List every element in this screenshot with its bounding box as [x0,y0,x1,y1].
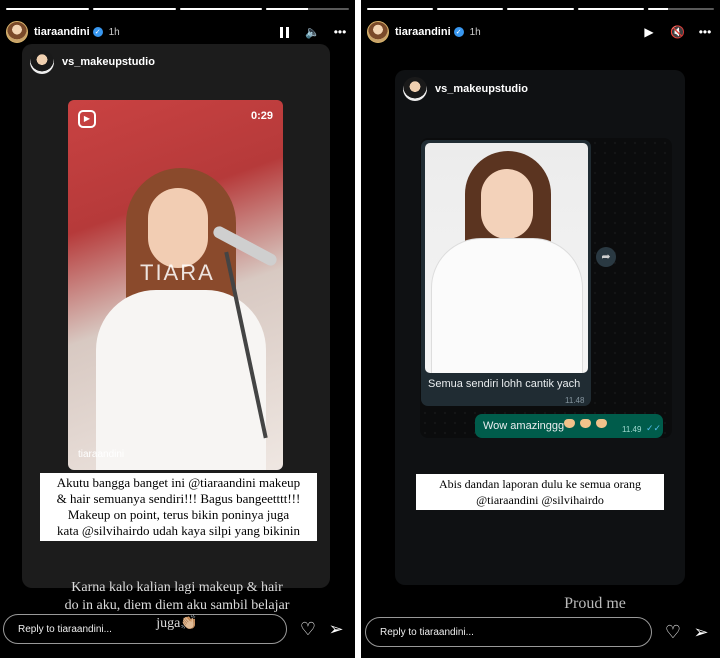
read-check-icon: ✓✓ [646,423,662,433]
story-avatar[interactable] [367,21,389,43]
story-time: 1h [108,26,120,38]
caption-line: Akutu bangga banget ini @tiaraandini mak… [56,475,301,490]
story-avatar[interactable] [6,21,28,43]
pause-icon[interactable] [277,26,291,38]
caption-line: kata @silvihairdo udah kaya silpi yang b… [56,523,301,538]
clapping-emoji-icon [564,419,575,428]
shared-account-name[interactable]: vs_makeupstudio [435,83,528,95]
reel-duration: 0:29 [250,110,273,122]
play-icon[interactable]: ▶ [642,25,656,39]
progress-segment [92,8,176,10]
incoming-caption: Semua sendiri lohh cantik yach [428,378,581,390]
story-header: tiaraandini ✓ 1h ▶ 🔇 ••• [367,18,712,46]
progress-segment [507,8,574,10]
shared-account-avatar[interactable] [403,77,427,101]
more-icon[interactable]: ••• [333,25,347,39]
reel-credit: tiaraandini [78,449,125,460]
shared-account-avatar[interactable] [30,50,54,74]
caption-line: Abis dandan laporan dulu ke semua orang [439,477,641,491]
story-text-line: Karna kalo kalian lagi makeup & hair [71,580,283,595]
chat-photo[interactable] [425,143,588,373]
story-username[interactable]: tiaraandini [34,26,90,38]
reply-input[interactable] [3,614,287,644]
outgoing-time: 11.49 [622,425,642,434]
photo-subject-dress [431,238,583,373]
send-icon[interactable]: ➢ [325,618,347,640]
video-subject-face [148,188,208,268]
caption-line: & hair semuanya sendiri!!! Bagus bangeet… [56,491,301,506]
shared-post-header: vs_makeupstudio [403,77,528,101]
story-time: 1h [469,26,481,38]
heart-icon[interactable]: ♡ [297,618,319,640]
story-text-line: do in aku, diem diem aku sambil belajar [64,598,290,613]
story-progress-bar [367,8,715,10]
photo-subject-face [481,169,533,239]
send-icon[interactable]: ➢ [690,621,712,643]
story-overlay-text: Proud me [564,595,626,612]
muted-icon[interactable]: 🔇 [670,25,685,39]
story-username[interactable]: tiaraandini [395,26,451,38]
clapping-emoji-icon [596,419,607,428]
volume-icon[interactable]: 🔈 [305,25,320,39]
progress-segment [437,8,504,10]
left-story-panel: tiaraandini ✓ 1h 🔈 ••• vs_makeupstudio ▶… [0,0,357,658]
verified-badge-icon: ✓ [92,27,103,37]
progress-segment [266,8,349,10]
story-header: tiaraandini ✓ 1h 🔈 ••• [6,18,347,46]
reply-input[interactable] [365,617,652,647]
caption-line: @tiaraandini @silvihairdo [476,493,604,507]
caption-line: Makeup on point, terus bikin poninya jug… [67,507,290,522]
reel-video[interactable]: ▶ 0:29 TIARA tiaraandini [68,100,283,470]
progress-segment [367,8,434,10]
heart-icon[interactable]: ♡ [662,621,684,643]
story-controls: ▶ 🔇 ••• [642,25,712,39]
outgoing-message: Wow amazinggg [483,420,565,432]
shared-post-header: vs_makeupstudio [30,50,155,74]
clapping-emoji-icon [580,419,591,428]
story-caption-box: Abis dandan laporan dulu ke semua orang … [416,474,664,510]
reel-watermark: TIARA [140,260,215,285]
more-icon[interactable]: ••• [698,25,712,39]
forward-icon[interactable]: ➦ [596,247,616,267]
progress-segment [647,8,715,10]
story-controls: 🔈 ••• [277,25,347,39]
progress-segment [179,8,263,10]
verified-badge-icon: ✓ [453,27,464,37]
incoming-time: 11.48 [565,396,585,405]
story-caption-box: Akutu bangga banget ini @tiaraandini mak… [40,473,317,541]
progress-segment [6,8,89,10]
story-progress-bar [6,8,349,10]
reel-icon: ▶ [78,110,96,128]
progress-segment [577,8,644,10]
shared-account-name[interactable]: vs_makeupstudio [62,56,155,68]
